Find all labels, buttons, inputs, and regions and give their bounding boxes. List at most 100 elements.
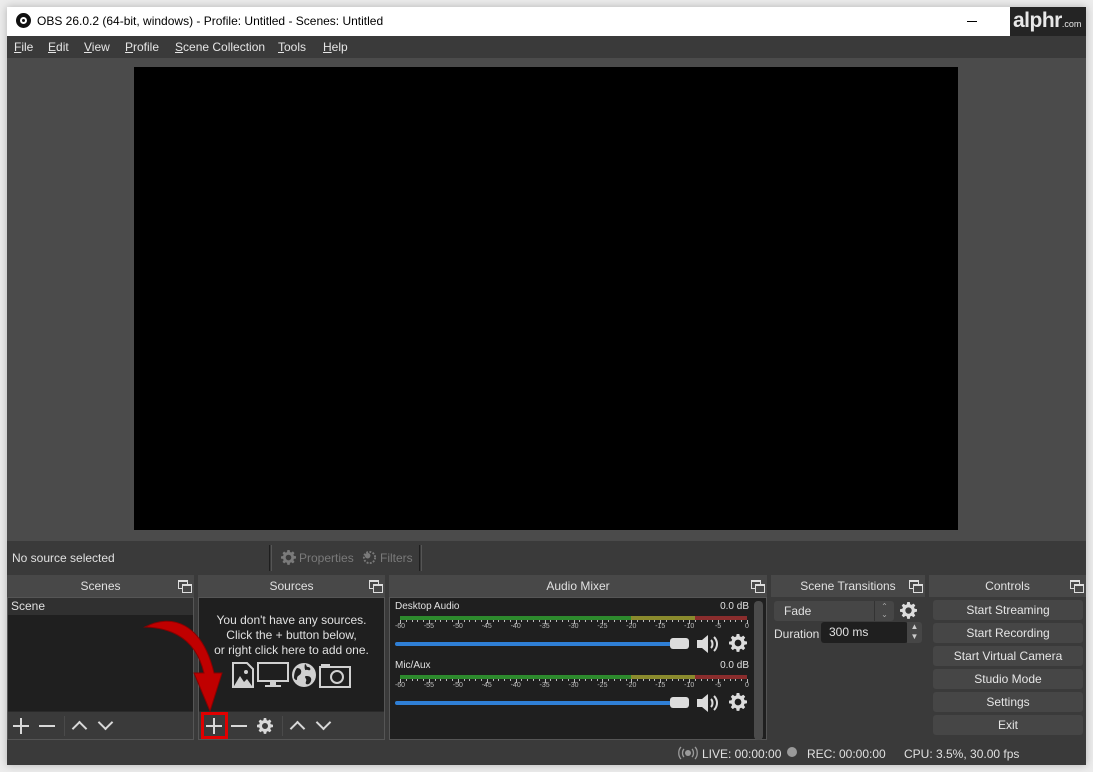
spin-down-icon[interactable]: ▼ <box>907 632 922 642</box>
mixer-scrollbar[interactable] <box>754 601 763 740</box>
gear-icon[interactable] <box>729 634 747 652</box>
meter-tick <box>504 679 506 681</box>
meter-tick <box>683 679 685 681</box>
speaker-icon[interactable] <box>696 634 720 654</box>
transition-properties-gear-icon[interactable] <box>900 602 917 619</box>
menu-view[interactable]: View <box>84 40 110 54</box>
sources-dock-title: Sources <box>269 579 314 593</box>
meter-tick <box>434 620 436 622</box>
meter-tick <box>521 620 523 622</box>
meter-scale-label: -50 <box>452 682 463 689</box>
meter-tick <box>550 679 552 681</box>
meter-tick <box>637 679 639 681</box>
duration-input[interactable]: 300 ms <box>821 622 908 643</box>
meter-scale-label: -45 <box>481 623 492 630</box>
meter-tick <box>480 679 482 681</box>
start-virtual-camera-button[interactable]: Start Virtual Camera <box>933 646 1083 666</box>
undock-icon[interactable] <box>369 580 383 593</box>
start-streaming-button[interactable]: Start Streaming <box>933 600 1083 620</box>
meter-scale-label: -45 <box>481 682 492 689</box>
meter-tick <box>567 620 569 622</box>
add-scene-button[interactable] <box>10 715 32 737</box>
meter-tick <box>538 620 540 622</box>
meter-tick <box>527 620 529 622</box>
undock-icon[interactable] <box>751 580 765 593</box>
meter-tick <box>440 679 442 681</box>
minimize-button[interactable] <box>963 13 983 29</box>
remove-scene-button[interactable] <box>36 715 58 737</box>
meter-tick <box>440 620 442 622</box>
menu-edit[interactable]: Edit <box>48 40 69 54</box>
menu-profile[interactable]: Profile <box>125 40 159 54</box>
move-scene-down-button[interactable] <box>95 715 117 737</box>
speaker-icon[interactable] <box>696 693 720 713</box>
meter-tick <box>596 620 598 622</box>
live-broadcast-icon <box>678 746 698 760</box>
preview-canvas[interactable] <box>134 67 958 530</box>
undock-icon[interactable] <box>1070 580 1084 593</box>
meter-tick <box>700 679 702 681</box>
source-properties-button[interactable] <box>254 715 276 737</box>
meter-tick <box>642 620 644 622</box>
meter-tick <box>446 620 448 622</box>
meter-tick <box>585 679 587 681</box>
meter-scale-label: -55 <box>423 682 434 689</box>
volume-slider[interactable] <box>395 697 689 709</box>
meter-tick <box>712 620 714 622</box>
channel-name: Desktop Audio <box>395 601 460 612</box>
meter-tick <box>619 679 621 681</box>
meter-tick <box>533 620 535 622</box>
meter-tick <box>527 679 529 681</box>
meter-tick <box>608 620 610 622</box>
meter-tick <box>619 620 621 622</box>
meter-scale-label: -30 <box>568 623 579 630</box>
remove-source-button[interactable] <box>228 715 250 737</box>
meter-tick <box>648 679 650 681</box>
volume-slider[interactable] <box>395 638 689 650</box>
volume-slider-handle[interactable] <box>670 697 689 708</box>
camera-icon <box>319 664 351 688</box>
meter-tick <box>538 679 540 681</box>
filters-button[interactable]: Filters <box>362 550 413 565</box>
gear-icon[interactable] <box>729 693 747 711</box>
menu-file-rest: ile <box>21 40 34 54</box>
menu-scene-collection-accel: S <box>175 40 184 54</box>
duration-spinner[interactable]: ▲ ▼ <box>907 622 922 643</box>
move-source-up-button[interactable] <box>287 715 309 737</box>
move-source-down-button[interactable] <box>313 715 335 737</box>
studio-mode-button[interactable]: Studio Mode <box>933 669 1083 689</box>
meter-tick <box>613 679 615 681</box>
channel-level: 0.0 dB <box>720 601 749 612</box>
exit-button[interactable]: Exit <box>933 715 1083 735</box>
spin-up-icon[interactable]: ▲ <box>907 622 922 632</box>
meter-tick <box>469 620 471 622</box>
meter-tick <box>729 620 731 622</box>
menu-help[interactable]: Help <box>323 40 348 54</box>
settings-button[interactable]: Settings <box>933 692 1083 712</box>
move-scene-up-button[interactable] <box>69 715 91 737</box>
sources-dock-header: Sources <box>198 575 385 597</box>
transition-select[interactable]: Fade ⌃ ⌄ <box>774 601 894 621</box>
source-context-bar: No source selected Properties Filters <box>7 541 1086 575</box>
menu-tools[interactable]: Tools <box>278 40 306 54</box>
menu-view-accel: V <box>84 40 92 54</box>
meter-tick <box>694 620 696 622</box>
meter-scale-label: -20 <box>626 623 637 630</box>
menu-file[interactable]: File <box>14 40 33 54</box>
menu-scene-collection[interactable]: Scene Collection <box>175 40 265 54</box>
title-bar: OBS 26.0.2 (64-bit, windows) - Profile: … <box>7 7 1086 36</box>
meter-tick <box>423 679 425 681</box>
audio-mixer-dock-title: Audio Mixer <box>546 579 610 593</box>
start-recording-button[interactable]: Start Recording <box>933 623 1083 643</box>
meter-tick <box>556 679 558 681</box>
undock-icon[interactable] <box>178 580 192 593</box>
meter-tick <box>723 620 725 622</box>
volume-slider-handle[interactable] <box>670 638 689 649</box>
undock-icon[interactable] <box>909 580 923 593</box>
meter-tick <box>567 679 569 681</box>
meter-tick <box>654 620 656 622</box>
meter-tick <box>550 620 552 622</box>
scene-transitions-dock-title: Scene Transitions <box>800 579 896 593</box>
properties-button[interactable]: Properties <box>281 550 354 565</box>
meter-scale-label: -40 <box>510 682 521 689</box>
